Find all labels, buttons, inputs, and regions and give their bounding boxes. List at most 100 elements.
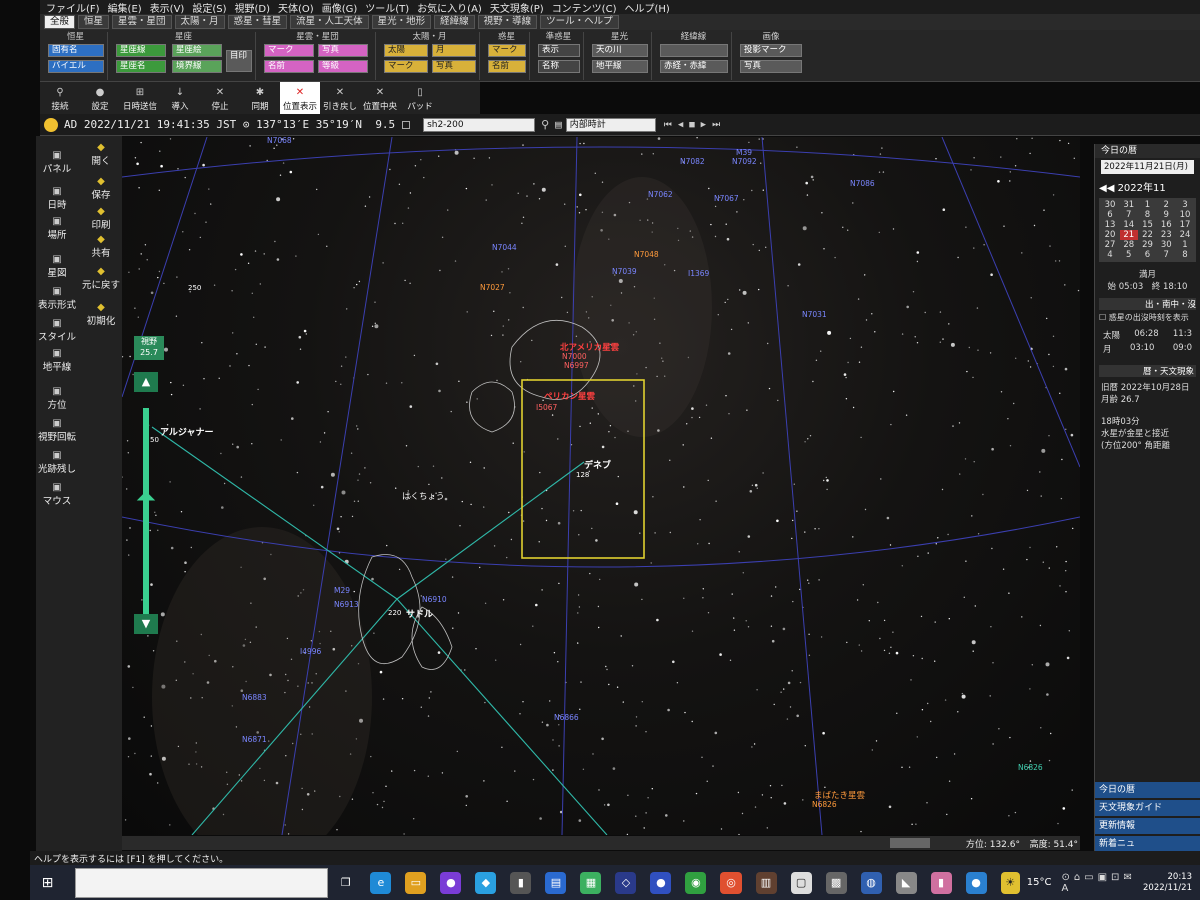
edge-icon[interactable]: e	[370, 871, 392, 894]
panel-nav-item[interactable]: 新着ニュ	[1095, 836, 1200, 852]
calendar-day[interactable]: 31	[1120, 200, 1138, 210]
calendar-day[interactable]: 1	[1176, 240, 1194, 250]
milkyway-button[interactable]: 天の川	[592, 44, 648, 57]
file-button[interactable]: ◆ 開く	[80, 142, 122, 167]
file-button[interactable]: ◆ 初期化	[80, 302, 122, 327]
calendar-day[interactable]: 10	[1176, 210, 1194, 220]
planet-name-button[interactable]: 名前	[488, 60, 526, 73]
ribbon-tab[interactable]: 流星・人工天体	[290, 15, 369, 29]
menu-item[interactable]: 設定(S)	[192, 0, 226, 15]
menu-item[interactable]: 天体(O)	[278, 0, 314, 15]
ribbon-tab[interactable]: 太陽・月	[174, 15, 225, 29]
app-icon-2[interactable]: ▮	[510, 871, 532, 894]
marker-button[interactable]: 目印	[226, 50, 252, 72]
dwarf-show-button[interactable]: 表示	[538, 44, 580, 57]
telescope-tool[interactable]: ✕ 引き戻し	[320, 82, 360, 114]
menu-item[interactable]: 画像(G)	[322, 0, 358, 15]
calendar-day[interactable]: 20	[1101, 230, 1119, 240]
magnitude-label[interactable]: 220	[388, 609, 401, 617]
north-america-label[interactable]: 北アメリカ星雲	[560, 342, 620, 353]
folder-icon[interactable]: ▭	[405, 871, 427, 894]
magnitude-label[interactable]: 128	[576, 471, 589, 479]
menu-item[interactable]: コンテンツ(C)	[552, 0, 617, 15]
telescope-tool[interactable]: ▯ パッド	[400, 82, 440, 114]
cal-prev-icon[interactable]: ◀◀	[1099, 183, 1118, 194]
panel-nav-item[interactable]: 今日の暦	[1095, 782, 1200, 798]
telescope-tool[interactable]: ✕ 停止	[200, 82, 240, 114]
app-icon-11[interactable]: ◍	[860, 871, 882, 894]
object-label[interactable]: N7027	[480, 283, 505, 292]
ribbon-tab[interactable]: 星雲・星団	[112, 15, 172, 29]
ribbon-tab[interactable]: 星光・地形	[371, 15, 432, 29]
panel-nav-item[interactable]: 天文現象ガイド	[1095, 800, 1200, 816]
app-icon-12[interactable]: ◣	[895, 871, 917, 894]
sadr-label[interactable]: サドル	[406, 609, 433, 620]
scroll-thumb[interactable]	[890, 838, 930, 848]
calendar-day[interactable]: 15	[1139, 220, 1157, 230]
panel-nav-item[interactable]: 更新情報	[1095, 818, 1200, 834]
pelican-label[interactable]: ペリカン星雲	[544, 391, 596, 402]
menu-item[interactable]: 視野(D)	[235, 0, 271, 15]
calendar-day[interactable]: 30	[1101, 200, 1119, 210]
object-label[interactable]: N7039	[612, 267, 637, 276]
sidebar-button[interactable]: ▣ マウス	[36, 482, 78, 507]
rise-check[interactable]: ☐ 惑星の出沒時刻を表示	[1099, 312, 1196, 323]
app-icon-5[interactable]: ◇	[615, 871, 637, 894]
menu-item[interactable]: 編集(E)	[108, 0, 142, 15]
calendar-day[interactable]: 24	[1176, 230, 1194, 240]
object-label[interactable]: N6910	[422, 595, 447, 604]
calendar-day[interactable]: 9	[1157, 210, 1175, 220]
ribbon-tab[interactable]: 経緯線	[434, 15, 475, 29]
menu-item[interactable]: 表示(V)	[150, 0, 185, 15]
planet-mark-button[interactable]: マーク	[488, 44, 526, 57]
telescope-tool[interactable]: ⚲ 接続	[40, 82, 80, 114]
object-label[interactable]: I4996	[300, 647, 322, 656]
object-label[interactable]: N7086	[850, 179, 875, 188]
object-label[interactable]: M29	[334, 586, 350, 595]
messenger-icon[interactable]: ●	[440, 871, 462, 894]
calendar-day[interactable]: 23	[1157, 230, 1175, 240]
datetime-display[interactable]: 2022/11/21 19:41:35	[84, 118, 210, 131]
object-label[interactable]: N6913	[334, 600, 359, 609]
ribbon-tab[interactable]: ツール・ヘルプ	[540, 15, 619, 29]
calendar-day[interactable]: 3	[1176, 200, 1194, 210]
app-icon-9[interactable]: ▢	[790, 871, 812, 894]
neb-mag-button[interactable]: 等級	[318, 60, 368, 73]
sidebar-button[interactable]: ▣ 星図	[36, 254, 78, 279]
calendar-day[interactable]: 5	[1120, 250, 1138, 260]
sunmoon-photo-button[interactable]: 写真	[432, 60, 476, 73]
task-view-icon[interactable]: ❐	[335, 872, 356, 894]
stellanavigator-icon[interactable]: ◎	[720, 871, 742, 894]
calendar-day[interactable]: 27	[1101, 240, 1119, 250]
playback-controls[interactable]: ⏮◀■▶⏭	[664, 120, 726, 130]
file-button[interactable]: ◆ 共有	[80, 234, 122, 259]
app-icon-8[interactable]: ▥	[755, 871, 777, 894]
app-icon-7[interactable]: ◉	[685, 871, 707, 894]
constellation-line-button[interactable]: 星座線	[116, 44, 166, 57]
object-label[interactable]: N6826	[1018, 763, 1043, 772]
app-icon-3[interactable]: ▤	[545, 871, 567, 894]
ribbon-tab[interactable]: 全般	[44, 15, 76, 29]
proper-name-button[interactable]: 固有名	[48, 44, 104, 57]
object-label[interactable]: N6866	[554, 713, 579, 722]
menu-item[interactable]: ツール(T)	[365, 0, 409, 15]
menu-item[interactable]: お気に入り(A)	[417, 0, 482, 15]
file-button[interactable]: ◆ 保存	[80, 176, 122, 201]
file-button[interactable]: ◆ 元に戻す	[80, 266, 122, 291]
calendar-day[interactable]: 21	[1119, 230, 1138, 240]
boundary-button[interactable]: 境界線	[172, 60, 222, 73]
calendar-day[interactable]: 7	[1157, 250, 1175, 260]
app-icon-14[interactable]: ●	[965, 871, 987, 894]
calendar-day[interactable]: 28	[1120, 240, 1138, 250]
calendar-day[interactable]: 6	[1139, 250, 1157, 260]
object-label[interactable]: N7082	[680, 157, 705, 166]
projection-mark-button[interactable]: 投影マーク	[740, 44, 802, 57]
horizontal-scrollbar[interactable]: 方位: 132.6° 高度: 51.4°	[122, 836, 1080, 850]
clock-select[interactable]: 内部時計	[565, 117, 656, 132]
calendar-day[interactable]: 7	[1120, 210, 1138, 220]
calendar-day[interactable]: 22	[1139, 230, 1157, 240]
object-label[interactable]: N7068	[267, 137, 292, 145]
neb-name-button[interactable]: 名前	[264, 60, 314, 73]
sidebar-button[interactable]: ▣ 光跡残し	[36, 450, 78, 475]
calendar-day[interactable]: 30	[1157, 240, 1175, 250]
